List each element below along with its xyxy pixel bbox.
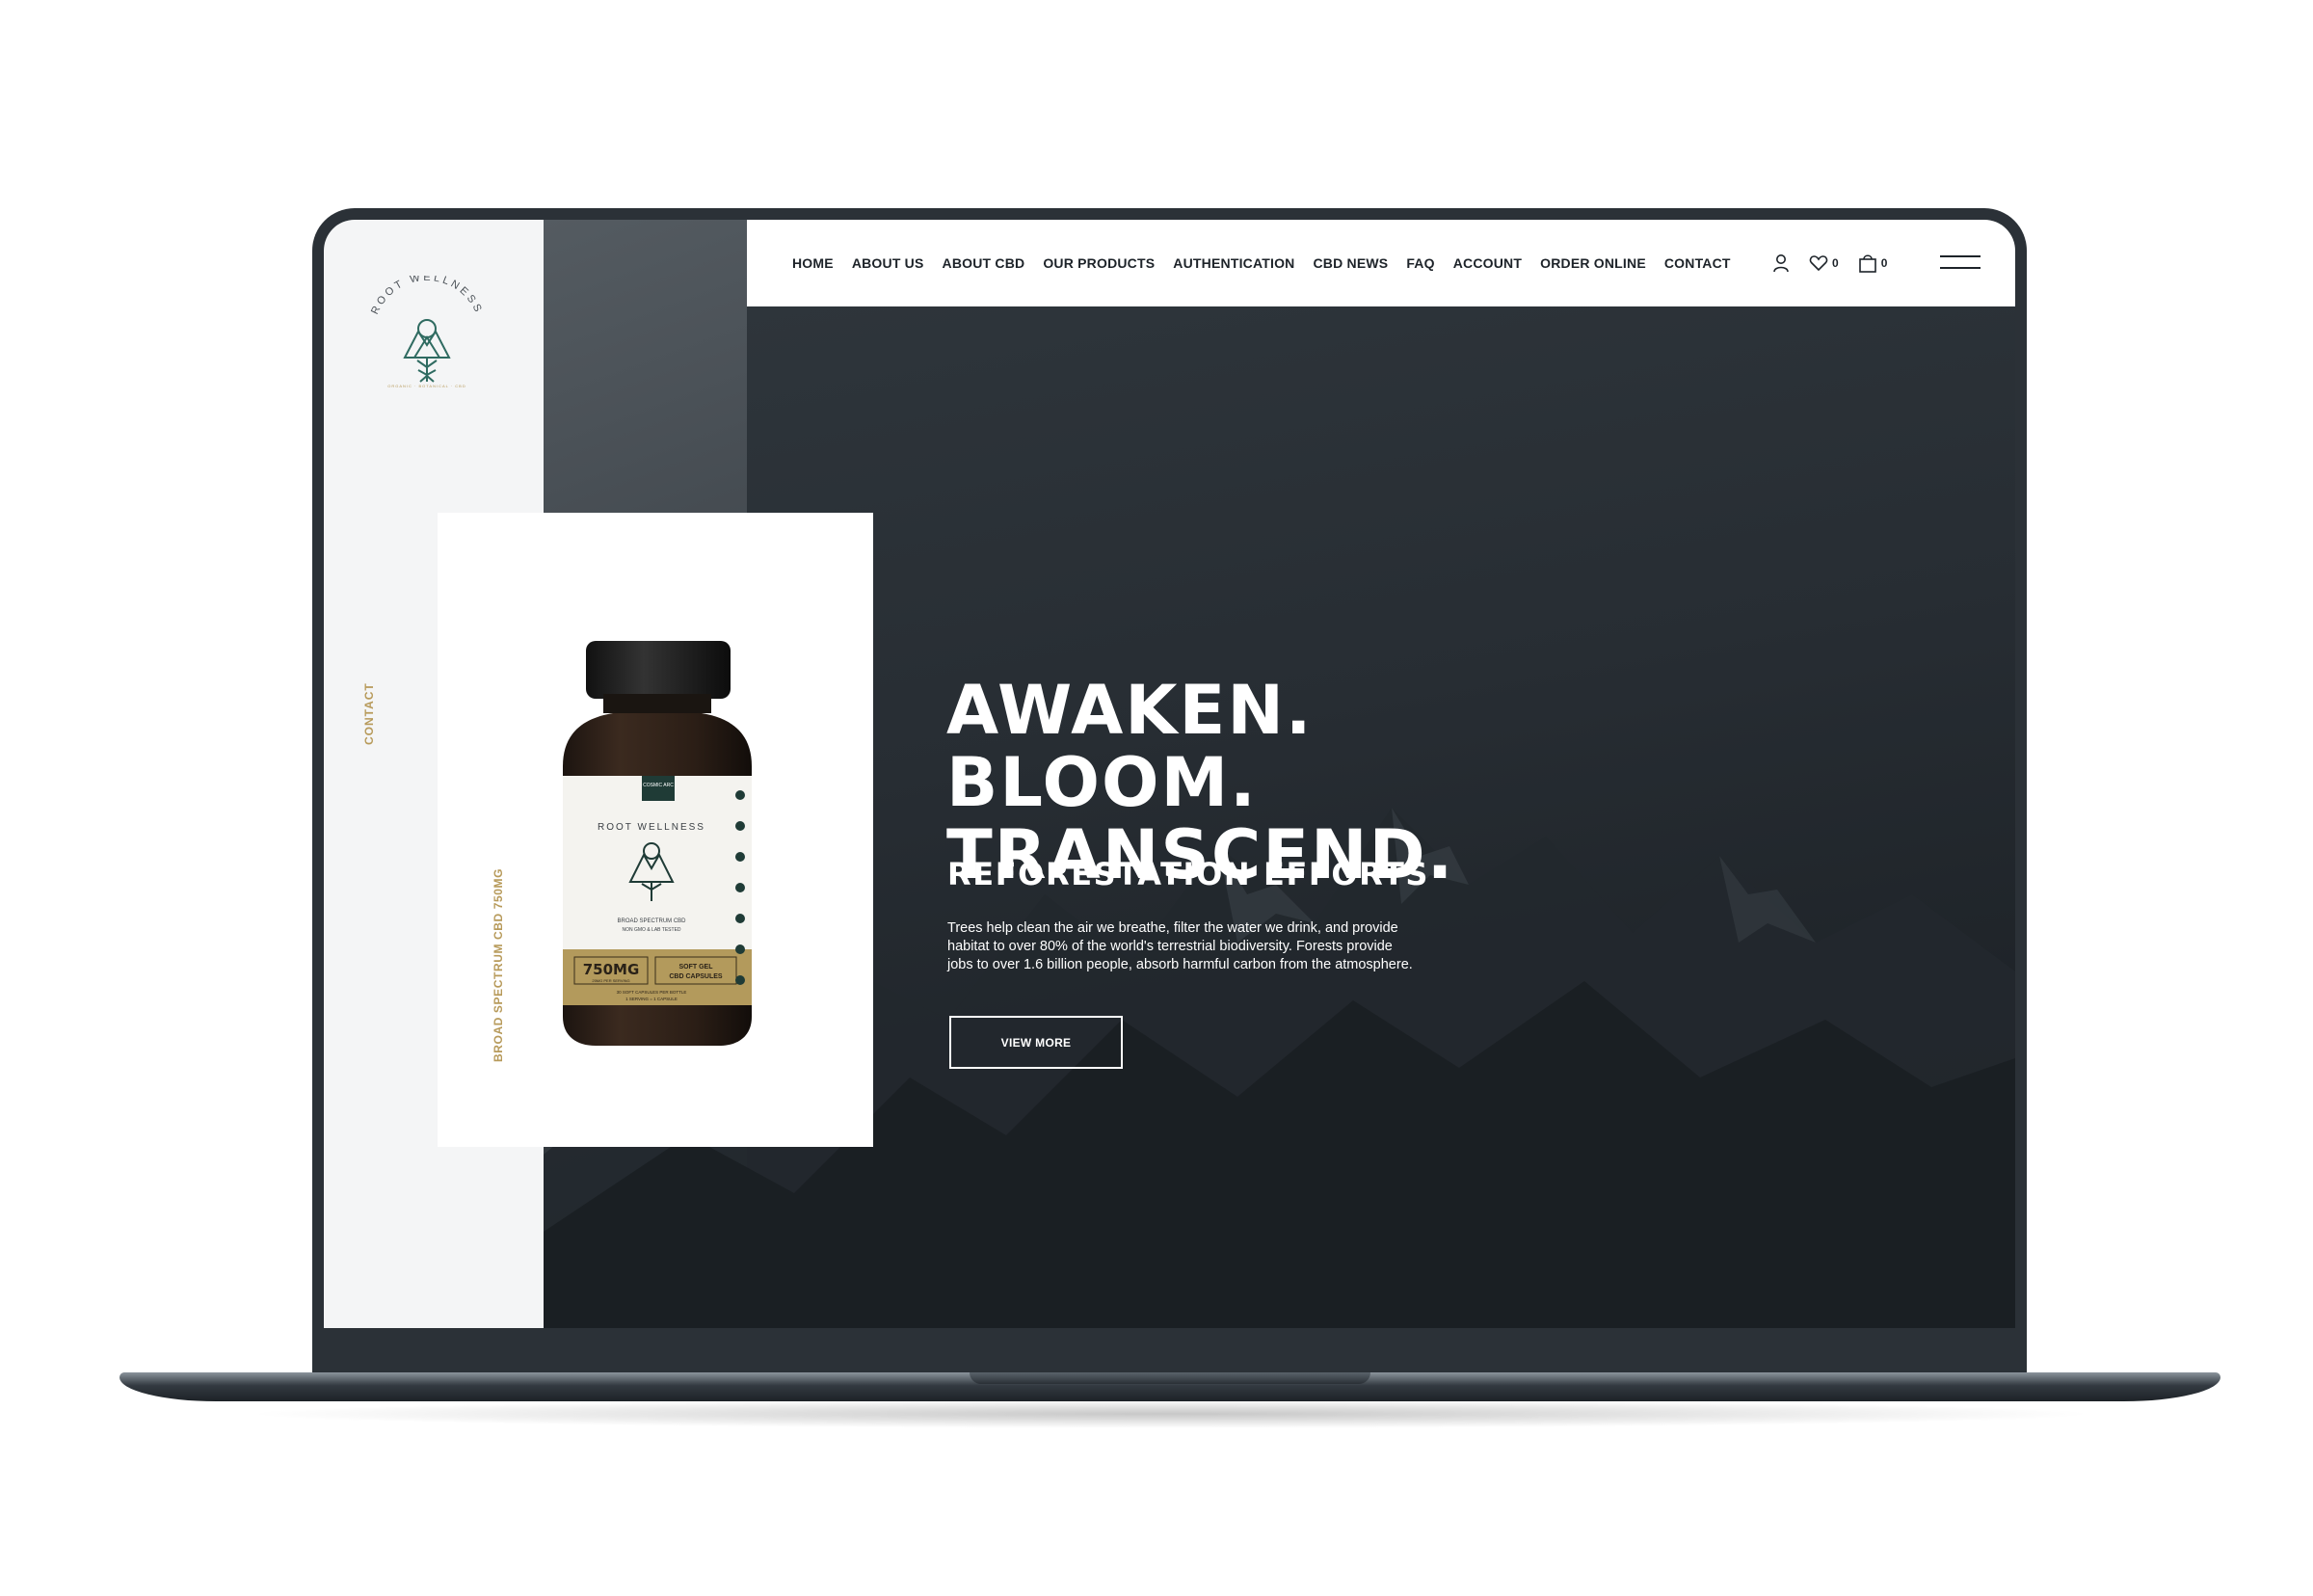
laptop-shadow	[241, 1399, 2101, 1428]
top-navbar: HOME ABOUT US ABOUT CBD OUR PRODUCTS AUT…	[747, 220, 2015, 306]
nav-our-products[interactable]: OUR PRODUCTS	[1043, 255, 1155, 271]
svg-text:NON GMO & LAB TESTED: NON GMO & LAB TESTED	[622, 927, 680, 933]
main-navigation: HOME ABOUT US ABOUT CBD OUR PRODUCTS AUT…	[792, 220, 1749, 306]
svg-text:BROAD SPECTRUM CBD: BROAD SPECTRUM CBD	[617, 918, 686, 924]
svg-text:COSMIC ARC: COSMIC ARC	[643, 783, 674, 788]
nav-cbd-news[interactable]: CBD NEWS	[1314, 255, 1389, 271]
header-icons: 0 0	[1772, 220, 1887, 306]
hero-description-line-1: Trees help clean the air we breathe, fil…	[947, 920, 1398, 936]
view-more-button[interactable]: VIEW MORE	[949, 1016, 1123, 1069]
nav-order-online[interactable]: ORDER ONLINE	[1540, 255, 1646, 271]
cart-icon	[1858, 254, 1876, 273]
nav-home[interactable]: HOME	[792, 255, 834, 271]
sidebar-contact-link[interactable]: CONTACT	[362, 682, 376, 745]
svg-text:25MG PER SERVING: 25MG PER SERVING	[592, 978, 629, 983]
svg-text:ROOT WELLNESS: ROOT WELLNESS	[598, 822, 705, 833]
hero-description-line-3: jobs to over 1.6 billion people, absorb …	[947, 957, 1413, 972]
svg-text:750MG: 750MG	[583, 961, 640, 978]
cart-count: 0	[1880, 256, 1888, 270]
nav-about-cbd[interactable]: ABOUT CBD	[943, 255, 1025, 271]
nav-faq[interactable]: FAQ	[1406, 255, 1434, 271]
hamburger-menu-icon[interactable]	[1940, 253, 1981, 272]
wishlist-button[interactable]: 0	[1809, 254, 1839, 272]
product-vertical-label: BROAD SPECTRUM CBD 750MG	[492, 867, 505, 1062]
cbd-bottle-image: COSMIC ARC ROOT WELLNESS BROAD SPECTRUM …	[563, 641, 752, 1046]
cart-button[interactable]: 0	[1858, 253, 1888, 273]
laptop-notch	[970, 1372, 1370, 1384]
nav-authentication[interactable]: AUTHENTICATION	[1173, 255, 1294, 271]
wishlist-count: 0	[1832, 256, 1839, 270]
heart-icon	[1809, 255, 1828, 272]
svg-text:CBD CAPSULES: CBD CAPSULES	[669, 973, 723, 980]
laptop-screen: HOME ABOUT US ABOUT CBD OUR PRODUCTS AUT…	[324, 220, 2015, 1328]
nav-account[interactable]: ACCOUNT	[1453, 255, 1522, 271]
hero-title-line-1: AWAKEN. BLOOM.	[946, 671, 1314, 822]
svg-text:30 SOFT CAPSULES PER BOTTLE: 30 SOFT CAPSULES PER BOTTLE	[617, 990, 687, 995]
nav-contact[interactable]: CONTACT	[1664, 255, 1731, 271]
root-wellness-logo: ROOT WELLNESS ORGANIC · BOTANICAL · CBD	[369, 276, 485, 388]
hero-subtitle: REFORESTATION EFFORTS	[947, 856, 1430, 892]
nav-about-us[interactable]: ABOUT US	[852, 255, 924, 271]
hero-description-line-2: habitat to over 80% of the world's terre…	[947, 939, 1393, 954]
svg-text:ORGANIC · BOTANICAL · CBD: ORGANIC · BOTANICAL · CBD	[387, 384, 465, 388]
svg-text:1 SERVING = 1 CAPSULE: 1 SERVING = 1 CAPSULE	[625, 997, 678, 1001]
product-card: BROAD SPECTRUM CBD 750MG COSMIC ARC ROOT…	[438, 513, 873, 1147]
svg-text:ROOT WELLNESS: ROOT WELLNESS	[369, 276, 485, 316]
hero-description: Trees help clean the air we breathe, fil…	[947, 919, 1449, 974]
svg-text:SOFT GEL: SOFT GEL	[679, 964, 714, 971]
user-icon[interactable]	[1772, 253, 1790, 273]
